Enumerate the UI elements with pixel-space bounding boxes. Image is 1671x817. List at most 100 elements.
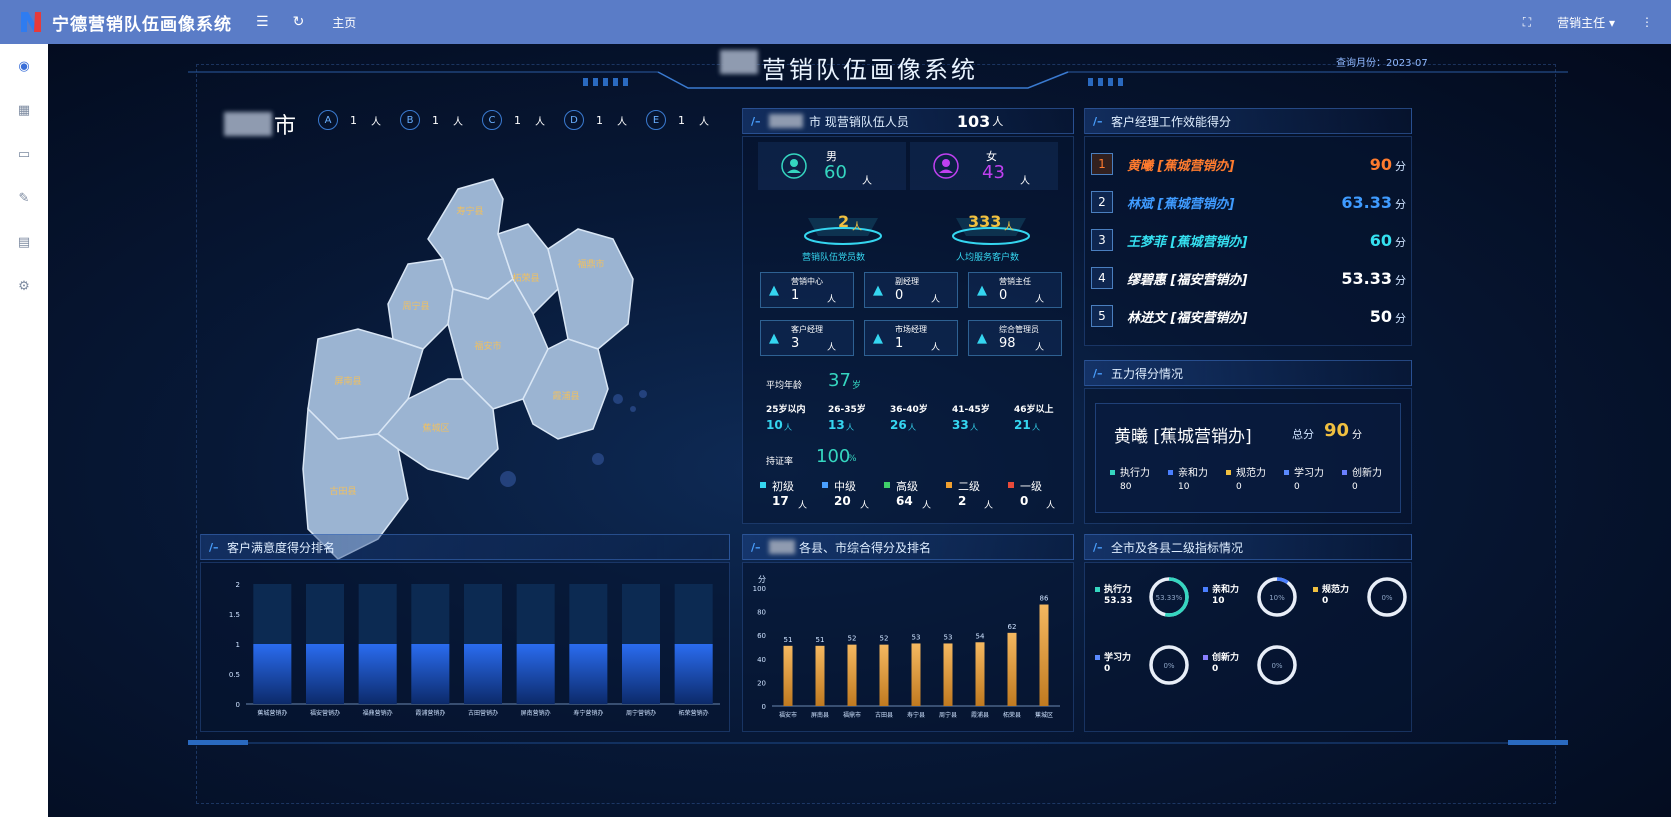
level-item: D1 人 <box>564 110 646 130</box>
region-label: 古田县 <box>329 485 356 497</box>
bottom-decoration <box>188 740 1568 745</box>
age-group-unit: 人 <box>784 423 792 432</box>
level-badge: A <box>318 110 338 130</box>
x-tick-label: 霞浦县 <box>971 711 989 719</box>
nav-dashboard-icon[interactable]: ◉ <box>0 44 48 88</box>
satisfaction-chart: 0 0.5 1 1.5 2 蕉城营销办 福安营销办 福鼎营销办 霞浦营销办 古田营销办 屏南营销办 寿… <box>229 581 720 717</box>
cert-dot <box>946 482 952 488</box>
region-label: 蕉城区 <box>422 422 449 434</box>
cert-unit: % <box>848 454 857 464</box>
role-icon: ▲ <box>873 283 883 298</box>
x-tick-label: 福安市 <box>779 711 797 719</box>
y-axis-label: 分 <box>758 575 766 584</box>
male-card: 男 60 人 <box>758 142 906 190</box>
level-item: E1 人 <box>646 110 728 130</box>
ring-dot <box>1095 655 1100 660</box>
role-unit: 人 <box>827 295 837 305</box>
ring-chart: 0% <box>1257 645 1297 685</box>
level-unit: 人 <box>699 116 709 128</box>
level-item: A1 人 <box>318 110 400 130</box>
rank-name: 林斌 [蕉城营销办] <box>1127 196 1235 212</box>
cert-dot <box>1008 482 1014 488</box>
bar <box>622 644 660 704</box>
age-group-count: 33 <box>952 418 969 432</box>
cert-rate: 100 <box>816 446 851 467</box>
role-label: 客户经理 <box>791 325 823 334</box>
power-dot <box>1342 470 1347 475</box>
user-menu[interactable]: 营销主任 ▾ <box>1557 14 1615 31</box>
ring-chart: 0% <box>1367 577 1407 617</box>
home-tab[interactable]: 主页 <box>332 14 356 31</box>
nav-grid-icon[interactable]: ▤ <box>0 220 48 264</box>
cert-level-label: 中级 <box>834 480 856 493</box>
role-unit: 人 <box>1035 295 1045 305</box>
ring-dot <box>1313 587 1318 592</box>
cert-level-count: 64 <box>896 494 913 508</box>
x-tick-label: 蕉城区 <box>1035 711 1053 719</box>
dashboard-title: 营销队伍画像系统 <box>762 56 978 84</box>
x-tick-label: 柘荣县 <box>1003 711 1021 719</box>
rank-score-value: 63.33 <box>1341 192 1392 212</box>
role-label: 综合管理员 <box>999 325 1039 334</box>
menu-toggle-icon[interactable]: ☰ <box>256 14 269 30</box>
level-unit: 人 <box>617 116 627 128</box>
female-count: 43 <box>982 162 1005 183</box>
nav-settings-icon[interactable]: ⚙ <box>0 264 48 308</box>
role-card: ▲ 副经理 0 人 <box>864 272 958 308</box>
query-month: 查询月份：2023-07 <box>1336 58 1428 69</box>
role-label: 市场经理 <box>895 325 927 334</box>
bar-value-label: 51 <box>816 636 825 644</box>
role-count: 1 <box>791 288 800 303</box>
rank-name: 林进文 [福安营销办] <box>1127 310 1248 326</box>
cert-dot <box>760 482 766 488</box>
cert-dot <box>884 482 890 488</box>
power-value: 80 <box>1120 482 1132 492</box>
ring-percent: 0% <box>1381 594 1392 602</box>
age-group-label: 41-45岁 <box>952 405 990 415</box>
avg-age-unit: 岁 <box>852 381 862 391</box>
x-tick-label: 蕉城营销办 <box>257 709 287 717</box>
bar-value-label: 52 <box>848 635 857 643</box>
user-name: 营销主任 <box>1557 15 1606 30</box>
cert-level-label: 一级 <box>1020 480 1042 493</box>
rank-number: 5 <box>1091 305 1113 327</box>
county-header: 各县、市综合得分及排名 <box>742 534 1074 560</box>
satisfaction-header: 客户满意度得分排名 <box>200 534 730 560</box>
bar <box>975 642 985 706</box>
staff-total: 103 <box>956 111 991 131</box>
five-power-panel: 黄曦 [蕉城营销办] 总分 90 分 执行力 80 亲和力 10 规范力 0 学习力 0 创新力… <box>1084 388 1412 524</box>
ring-percent: 0% <box>1271 662 1282 670</box>
nav-monitor-icon[interactable]: ▭ <box>0 132 48 176</box>
rank-name: 黄曦 [蕉城营销办] <box>1127 158 1235 174</box>
y-tick-label: 0.5 <box>229 671 240 679</box>
side-nav: ◉ ▦ ▭ ✎ ▤ ⚙ <box>0 44 48 817</box>
role-icon: ▲ <box>977 331 987 346</box>
level-count: 1 <box>514 113 521 127</box>
more-icon[interactable]: ⋮ <box>1641 15 1653 29</box>
y-tick-label: 60 <box>757 632 766 640</box>
avg-customers-label: 人均服务客户数 <box>956 253 1020 263</box>
ring-label: 规范力 <box>1322 585 1350 595</box>
female-unit: 人 <box>1020 176 1030 187</box>
refresh-icon[interactable]: ↻ <box>293 14 305 30</box>
bar <box>358 644 397 704</box>
nav-table-icon[interactable]: ▦ <box>0 88 48 132</box>
nav-edit-icon[interactable]: ✎ <box>0 176 48 220</box>
role-card: ▲ 市场经理 1 人 <box>864 320 958 356</box>
age-group-count: 10 <box>766 418 783 432</box>
male-unit: 人 <box>862 176 872 187</box>
ring-label: 执行力 <box>1104 585 1132 595</box>
role-card: ▲ 营销中心 1 人 <box>760 272 854 308</box>
bar <box>879 644 889 706</box>
region-fuding <box>547 228 634 350</box>
y-tick-label: 0 <box>762 703 766 711</box>
map-city-label: 市 <box>274 114 297 139</box>
avg-age: 37 <box>828 370 851 391</box>
role-card: ▲ 综合管理员 98 人 <box>968 320 1062 356</box>
female-card: 女 43 人 <box>910 142 1058 190</box>
region-map[interactable]: 寿宁县周宁县 柘荣县 福鼎市福安市屏南县霞浦县蕉城区古田县 <box>248 139 768 584</box>
rank-row: 2 林斌 [蕉城营销办] 63.33 分 <box>1091 187 1406 217</box>
county-title: 各县、市综合得分及排名 <box>799 540 932 555</box>
role-icon: ▲ <box>977 283 987 298</box>
fullscreen-icon[interactable]: ⛶ <box>1523 15 1531 30</box>
